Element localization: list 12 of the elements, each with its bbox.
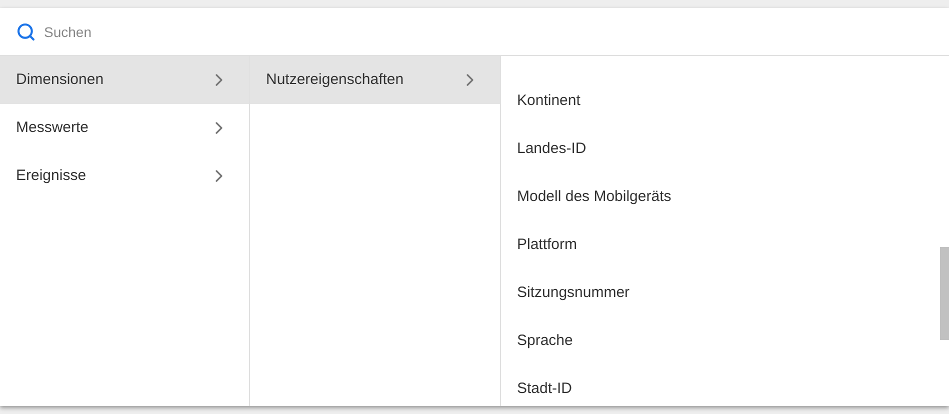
menu-item[interactable]: Sitzungsnummer bbox=[501, 269, 949, 317]
scrollbar-thumb[interactable] bbox=[940, 247, 949, 340]
search-field[interactable]: Suchen bbox=[44, 22, 933, 42]
menu-item[interactable]: Modell des Mobilgeräts bbox=[501, 173, 949, 221]
menu-item[interactable]: Kontinent bbox=[501, 77, 949, 125]
menu-item[interactable]: Dimensionen bbox=[0, 56, 249, 104]
menu-item[interactable]: Stadt-ID bbox=[501, 365, 949, 413]
menu-item[interactable]: Landes-ID bbox=[501, 125, 949, 173]
menu-item[interactable]: Plattform bbox=[501, 221, 949, 269]
menu-item[interactable]: Nutzereigenschaften bbox=[250, 56, 500, 104]
search-icon bbox=[16, 22, 36, 42]
menu-item[interactable]: Sprache bbox=[501, 317, 949, 365]
